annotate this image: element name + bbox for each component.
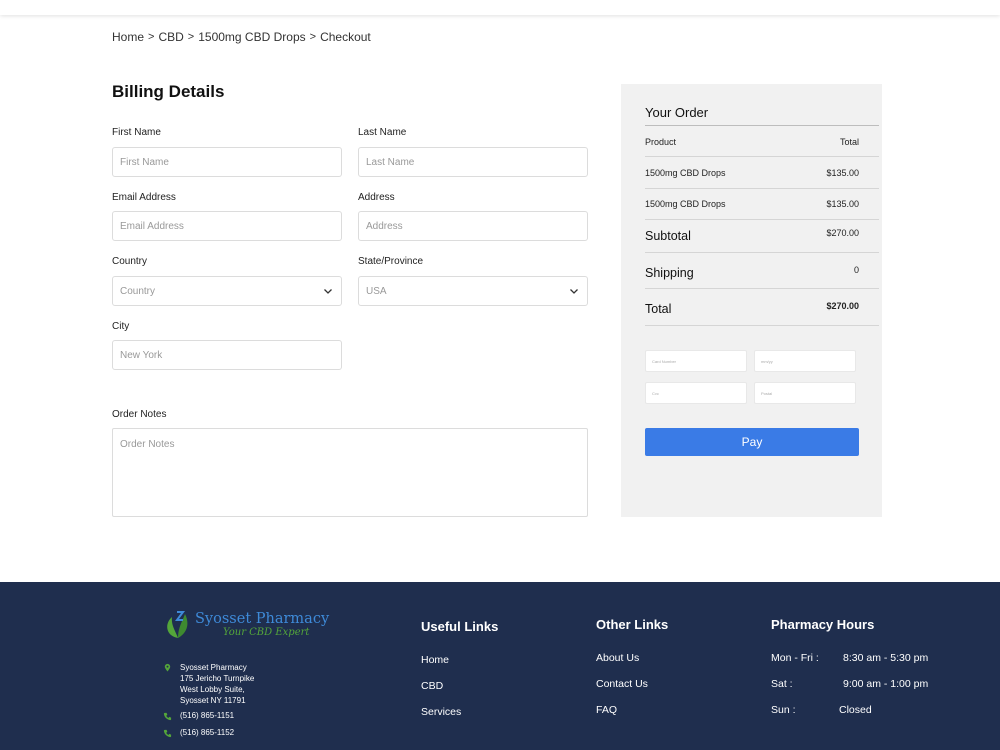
order-divider xyxy=(645,188,879,189)
footer-address: Syosset Pharmacy 175 Jericho Turnpike We… xyxy=(163,662,254,706)
hours-time: 8:30 am - 5:30 pm xyxy=(843,652,929,664)
state-select-value: USA xyxy=(366,285,387,297)
phone-icon xyxy=(163,712,172,721)
breadcrumb: Home > CBD > 1500mg CBD Drops > Checkout xyxy=(112,30,371,44)
subtotal-row: Subtotal $270.00 xyxy=(645,228,859,244)
order-summary-panel: Your Order Product Total 1500mg CBD Drop… xyxy=(621,84,882,517)
total-value: $270.00 xyxy=(826,301,859,311)
first-name-label: First Name xyxy=(112,127,161,138)
billing-details-title: Billing Details xyxy=(112,82,225,101)
card-number-input[interactable]: Card Number xyxy=(645,350,747,372)
chevron-down-icon xyxy=(570,289,578,294)
subtotal-label: Subtotal xyxy=(645,229,691,243)
total-row: Total $270.00 xyxy=(645,301,859,317)
breadcrumb-separator: > xyxy=(187,31,195,43)
hours-time: 9:00 am - 1:00 pm xyxy=(843,678,929,690)
footer-phone-2[interactable]: (516) 865-1152 xyxy=(163,728,234,738)
order-divider xyxy=(645,219,879,220)
order-item-name: 1500mg CBD Drops xyxy=(645,199,726,209)
footer-link-about[interactable]: About Us xyxy=(596,652,639,664)
breadcrumb-checkout: Checkout xyxy=(320,30,371,44)
footer-link-services[interactable]: Services xyxy=(421,706,461,718)
address-input[interactable]: Address xyxy=(358,211,588,241)
last-name-label: Last Name xyxy=(358,127,407,138)
email-input[interactable]: Email Address xyxy=(112,211,342,241)
footer-phone-1[interactable]: (516) 865-1151 xyxy=(163,711,234,721)
breadcrumb-product[interactable]: 1500mg CBD Drops xyxy=(198,30,305,44)
breadcrumb-separator: > xyxy=(148,31,155,43)
phone-number: (516) 865-1151 xyxy=(180,711,235,720)
footer-link-faq[interactable]: FAQ xyxy=(596,704,617,716)
order-item-row: 1500mg CBD Drops $135.00 xyxy=(645,198,859,210)
location-pin-icon xyxy=(164,663,171,672)
logo-tagline: Your CBD Expert xyxy=(223,627,310,638)
leaf-logo-icon xyxy=(167,611,188,638)
address-line: Syosset Pharmacy xyxy=(180,663,247,672)
total-label: Total xyxy=(645,302,672,316)
order-item-price: $135.00 xyxy=(826,168,859,178)
useful-links-heading: Useful Links xyxy=(421,619,499,634)
state-label: State/Province xyxy=(358,256,424,267)
state-select[interactable]: USA xyxy=(358,276,588,306)
order-notes-label: Order Notes xyxy=(112,409,167,420)
phone-number: (516) 865-1152 xyxy=(180,728,235,737)
hours-day: Mon - Fri : xyxy=(771,652,819,664)
other-links-heading: Other Links xyxy=(596,617,669,632)
logo-name: Syosset Pharmacy xyxy=(195,611,330,627)
order-divider xyxy=(645,252,879,253)
address-line: Syosset NY 11791 xyxy=(180,696,246,705)
card-expiry-input[interactable]: mm/yy xyxy=(754,350,856,372)
city-input[interactable]: New York xyxy=(112,340,342,370)
breadcrumb-separator: > xyxy=(309,31,317,43)
footer-link-cbd[interactable]: CBD xyxy=(421,680,443,692)
country-label: Country xyxy=(112,256,148,267)
order-item-name: 1500mg CBD Drops xyxy=(645,168,726,178)
product-column-header: Product xyxy=(645,137,677,147)
hours-time: Closed xyxy=(839,704,872,716)
chevron-down-icon xyxy=(324,289,332,294)
order-title: Your Order xyxy=(645,105,709,120)
order-divider xyxy=(645,156,879,157)
shipping-row: Shipping 0 xyxy=(645,265,859,281)
order-divider xyxy=(645,125,879,126)
breadcrumb-cbd[interactable]: CBD xyxy=(158,30,183,44)
postal-code-input[interactable]: Postal xyxy=(754,382,856,404)
pharmacy-hours-heading: Pharmacy Hours xyxy=(771,617,875,632)
footer-link-home[interactable]: Home xyxy=(421,654,449,666)
address-line: West Lobby Suite, xyxy=(180,685,245,694)
shipping-label: Shipping xyxy=(645,266,694,280)
country-select-value: Country xyxy=(120,285,156,297)
subtotal-value: $270.00 xyxy=(826,228,859,238)
footer-link-contact[interactable]: Contact Us xyxy=(596,678,648,690)
email-label: Email Address xyxy=(112,192,176,203)
country-select[interactable]: Country xyxy=(112,276,342,306)
last-name-input[interactable]: Last Name xyxy=(358,147,588,177)
city-label: City xyxy=(112,321,130,332)
hours-day: Sun : xyxy=(771,704,796,716)
card-cvc-input[interactable]: Cvc xyxy=(645,382,747,404)
address-label: Address xyxy=(358,192,395,203)
order-divider xyxy=(645,288,879,289)
hours-day: Sat : xyxy=(771,678,793,690)
footer-logo[interactable]: Syosset Pharmacy Your CBD Expert xyxy=(163,608,329,642)
phone-icon xyxy=(163,729,172,738)
address-line: 175 Jericho Turnpike xyxy=(180,674,255,683)
pay-button[interactable]: Pay xyxy=(645,428,859,456)
order-header-row: Product Total xyxy=(645,136,859,148)
order-item-price: $135.00 xyxy=(826,199,859,209)
shipping-value: 0 xyxy=(853,265,859,275)
order-divider xyxy=(645,325,879,326)
first-name-input[interactable]: First Name xyxy=(112,147,342,177)
order-item-row: 1500mg CBD Drops $135.00 xyxy=(645,167,859,179)
total-column-header: Total xyxy=(839,137,859,147)
top-header-bar xyxy=(0,0,1000,15)
order-notes-textarea[interactable]: Order Notes xyxy=(112,428,588,517)
site-footer: Syosset Pharmacy Your CBD Expert Syosset… xyxy=(0,582,1000,750)
breadcrumb-home[interactable]: Home xyxy=(112,30,144,44)
